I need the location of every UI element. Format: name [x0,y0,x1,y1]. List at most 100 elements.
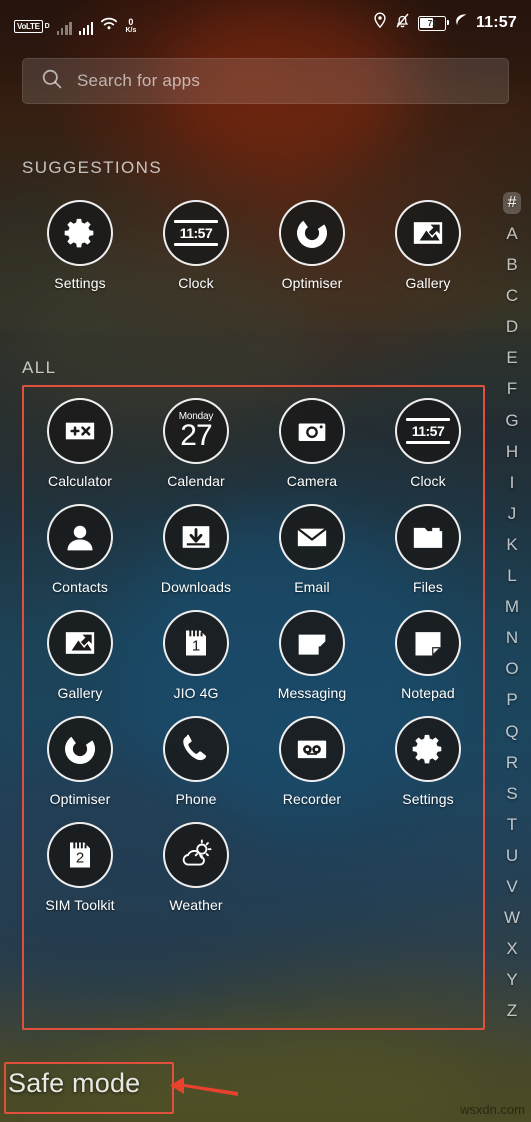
clock-face: 11:57 [173,220,219,246]
alpha-index-o[interactable]: O [505,660,518,677]
alpha-index-b[interactable]: B [506,256,517,273]
app-label: Weather [169,897,223,913]
sim-card-icon: 1 [163,610,229,676]
search-icon [41,68,63,95]
all-apps-grid: Calculator Monday 27 Calendar Camera 11:57 Clo… [22,398,486,928]
section-title-all: ALL [22,358,57,377]
app-label: Settings [54,275,106,291]
app-icon-optimiser[interactable]: Optimiser [254,200,370,291]
alpha-index-z[interactable]: Z [507,1002,517,1019]
alpha-index-k[interactable]: K [506,536,517,553]
app-label: JIO 4G [173,685,219,701]
signal-bars-icon-sim1 [56,20,72,35]
app-icon-jio-4g[interactable]: 1 JIO 4G [138,610,254,701]
alpha-index-m[interactable]: M [505,598,519,615]
app-label: Calculator [47,473,113,489]
alpha-index-c[interactable]: C [506,287,518,304]
app-icon-clock[interactable]: 11:57 Clock [138,200,254,291]
alpha-index-h[interactable]: H [506,443,518,460]
alpha-index-r[interactable]: R [506,754,518,771]
alphabet-scroll-index[interactable]: # A B C D E F G H I J K L M N O P Q R S T U V W X Y Z [497,192,527,1033]
weather-icon [163,822,229,888]
volte-icon: VoLTE [14,20,43,33]
alpha-index-p[interactable]: P [506,691,517,708]
app-icon-weather[interactable]: Weather [138,822,254,913]
alpha-index-y[interactable]: Y [506,971,517,988]
watermark: wsxdn.com [459,1102,525,1117]
alpha-index-w[interactable]: W [504,909,520,926]
app-icon-gallery[interactable]: Gallery [370,200,486,291]
app-icon-downloads[interactable]: Downloads [138,504,254,595]
alpha-index-i[interactable]: I [510,474,515,491]
alpha-index-l[interactable]: L [507,567,516,584]
alpha-index-f[interactable]: F [507,380,517,397]
alpha-index-v[interactable]: V [506,878,517,895]
app-icon-calendar[interactable]: Monday 27 Calendar [138,398,254,489]
app-label: Messaging [277,685,347,701]
app-icon-files[interactable]: Files [370,504,486,595]
app-icon-gallery[interactable]: Gallery [22,610,138,701]
app-label: Notepad [401,685,455,701]
app-icon-phone[interactable]: Phone [138,716,254,807]
app-label: Camera [286,473,338,489]
search-input[interactable]: Search for apps [22,58,509,104]
search-placeholder: Search for apps [77,71,201,90]
contacts-icon [47,504,113,570]
app-icon-sim-toolkit[interactable]: 2 SIM Toolkit [22,822,138,913]
optimiser-icon [47,716,113,782]
alpha-index-x[interactable]: X [506,940,517,957]
app-label: Settings [402,791,454,807]
app-icon-recorder[interactable]: Recorder [254,716,370,807]
phone-app-drawer-screen: VoLTE D 0 K/s 71 11:57 Search for apps S… [0,0,531,1122]
sim-card-icon: 2 [47,822,113,888]
svg-text:2: 2 [76,850,84,867]
app-icon-camera[interactable]: Camera [254,398,370,489]
gear-icon [395,716,461,782]
status-bar: VoLTE D 0 K/s 71 11:57 [0,0,531,46]
alpha-index-j[interactable]: J [508,505,517,522]
envelope-icon [279,504,345,570]
alpha-index-s[interactable]: S [506,785,517,802]
app-icon-email[interactable]: Email [254,504,370,595]
alpha-index-a[interactable]: A [506,225,517,242]
app-icon-notepad[interactable]: Notepad [370,610,486,701]
app-label: Recorder [282,791,342,807]
optimiser-icon [279,200,345,266]
app-icon-contacts[interactable]: Contacts [22,504,138,595]
app-label: Optimiser [49,791,111,807]
alpha-index-e[interactable]: E [506,349,517,366]
app-label: Gallery [405,275,451,291]
alpha-index-g[interactable]: G [505,412,518,429]
alpha-index-u[interactable]: U [506,847,518,864]
app-icon-optimiser[interactable]: Optimiser [22,716,138,807]
notepad-icon [395,610,461,676]
message-icon [279,610,345,676]
app-label: SIM Toolkit [45,897,115,913]
clock-face: 11:57 [405,418,451,444]
section-title-suggestions: SUGGESTIONS [22,158,163,177]
calendar-face: Monday 27 [178,410,214,452]
bell-muted-icon [395,12,410,34]
app-icon-settings[interactable]: Settings [22,200,138,291]
clock-icon: 11:57 [395,398,461,464]
leaf-powersave-icon [454,13,468,33]
app-icon-calculator[interactable]: Calculator [22,398,138,489]
alpha-index-t[interactable]: T [507,816,517,833]
app-icon-settings[interactable]: Settings [370,716,486,807]
clock-icon: 11:57 [163,200,229,266]
gear-icon [47,200,113,266]
svg-text:1: 1 [192,638,200,655]
location-pin-icon [373,12,387,34]
app-label: Phone [175,791,217,807]
status-bar-clock: 11:57 [475,14,517,31]
alpha-index-n[interactable]: N [506,629,518,646]
app-icon-clock[interactable]: 11:57 Clock [370,398,486,489]
network-speed-indicator: 0 K/s [125,17,137,35]
suggestions-app-grid: Settings 11:57 Clock Optimiser Gallery [22,200,486,306]
signal-bars-icon-sim2 [78,20,94,35]
alpha-index-d[interactable]: D [506,318,518,335]
alpha-index-q[interactable]: Q [505,723,518,740]
alpha-index-hash[interactable]: # [502,192,522,214]
gallery-icon [395,200,461,266]
app-icon-messaging[interactable]: Messaging [254,610,370,701]
